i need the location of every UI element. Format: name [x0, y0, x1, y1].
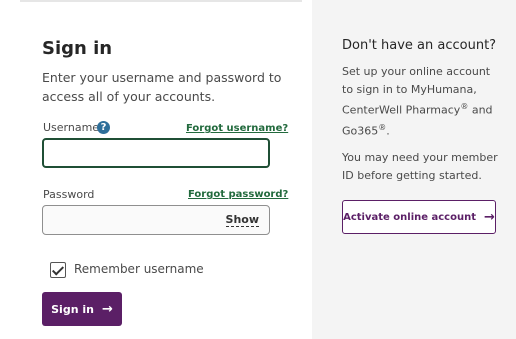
sign-in-button[interactable]: Sign in → [42, 292, 122, 326]
username-label: Username [43, 121, 100, 134]
show-password-toggle[interactable]: Show [225, 214, 259, 227]
remember-username-checkbox[interactable] [50, 262, 66, 278]
username-input[interactable] [42, 138, 270, 168]
activate-account-button[interactable]: Activate online account → [342, 200, 496, 234]
member-id-note: You may need your member ID before getti… [342, 151, 498, 182]
signin-intro: Enter your username and password to acce… [42, 70, 282, 104]
signin-title: Sign in [42, 38, 113, 59]
arrow-right-icon: → [484, 209, 495, 225]
activate-account-button-label: Activate online account [343, 211, 476, 223]
question-circle-icon[interactable]: ? [97, 121, 110, 134]
remember-username-label: Remember username [74, 262, 204, 276]
arrow-right-icon: → [101, 301, 113, 317]
forgot-password-link[interactable]: Forgot password? [188, 189, 288, 200]
password-label: Password [43, 188, 95, 201]
password-input[interactable]: Show [42, 205, 270, 235]
register-description: Set up your online account to sign in to… [342, 63, 504, 140]
register-title: Don't have an account? [342, 38, 497, 53]
top-divider [20, 0, 302, 2]
register-text-part3: . [386, 124, 390, 138]
forgot-username-link[interactable]: Forgot username? [186, 123, 288, 134]
sign-in-button-label: Sign in [51, 302, 94, 316]
